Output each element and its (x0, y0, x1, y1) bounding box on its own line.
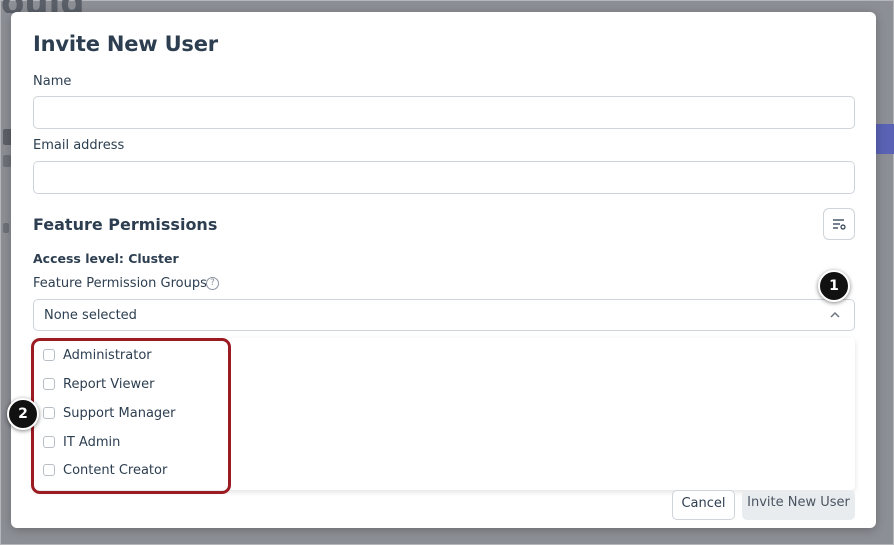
permission-groups-label: Feature Permission Groups (33, 276, 207, 291)
callout-badge-1: 1 (818, 270, 850, 302)
callout-badge-2: 2 (7, 398, 39, 430)
invite-new-user-button[interactable]: Invite New User (742, 490, 855, 520)
modal-title: Invite New User (33, 32, 218, 56)
background-button (873, 124, 894, 154)
email-label: Email address (33, 138, 125, 153)
access-level: Access level: Cluster (33, 251, 179, 266)
email-input[interactable] (33, 161, 855, 194)
permission-groups-select[interactable]: None selected (33, 299, 855, 331)
options-highlight-box (31, 338, 231, 494)
chevron-up-icon (830, 311, 840, 318)
filter-settings-icon (833, 219, 846, 230)
background-fragment (3, 223, 9, 233)
name-label: Name (33, 74, 72, 89)
cancel-button[interactable]: Cancel (672, 490, 735, 520)
background-fragment (3, 155, 11, 167)
name-input[interactable] (33, 96, 855, 129)
select-value: None selected (44, 308, 137, 323)
filter-settings-button[interactable] (823, 208, 855, 240)
feature-permissions-title: Feature Permissions (33, 215, 218, 234)
help-circle-icon[interactable]: ? (206, 277, 219, 290)
